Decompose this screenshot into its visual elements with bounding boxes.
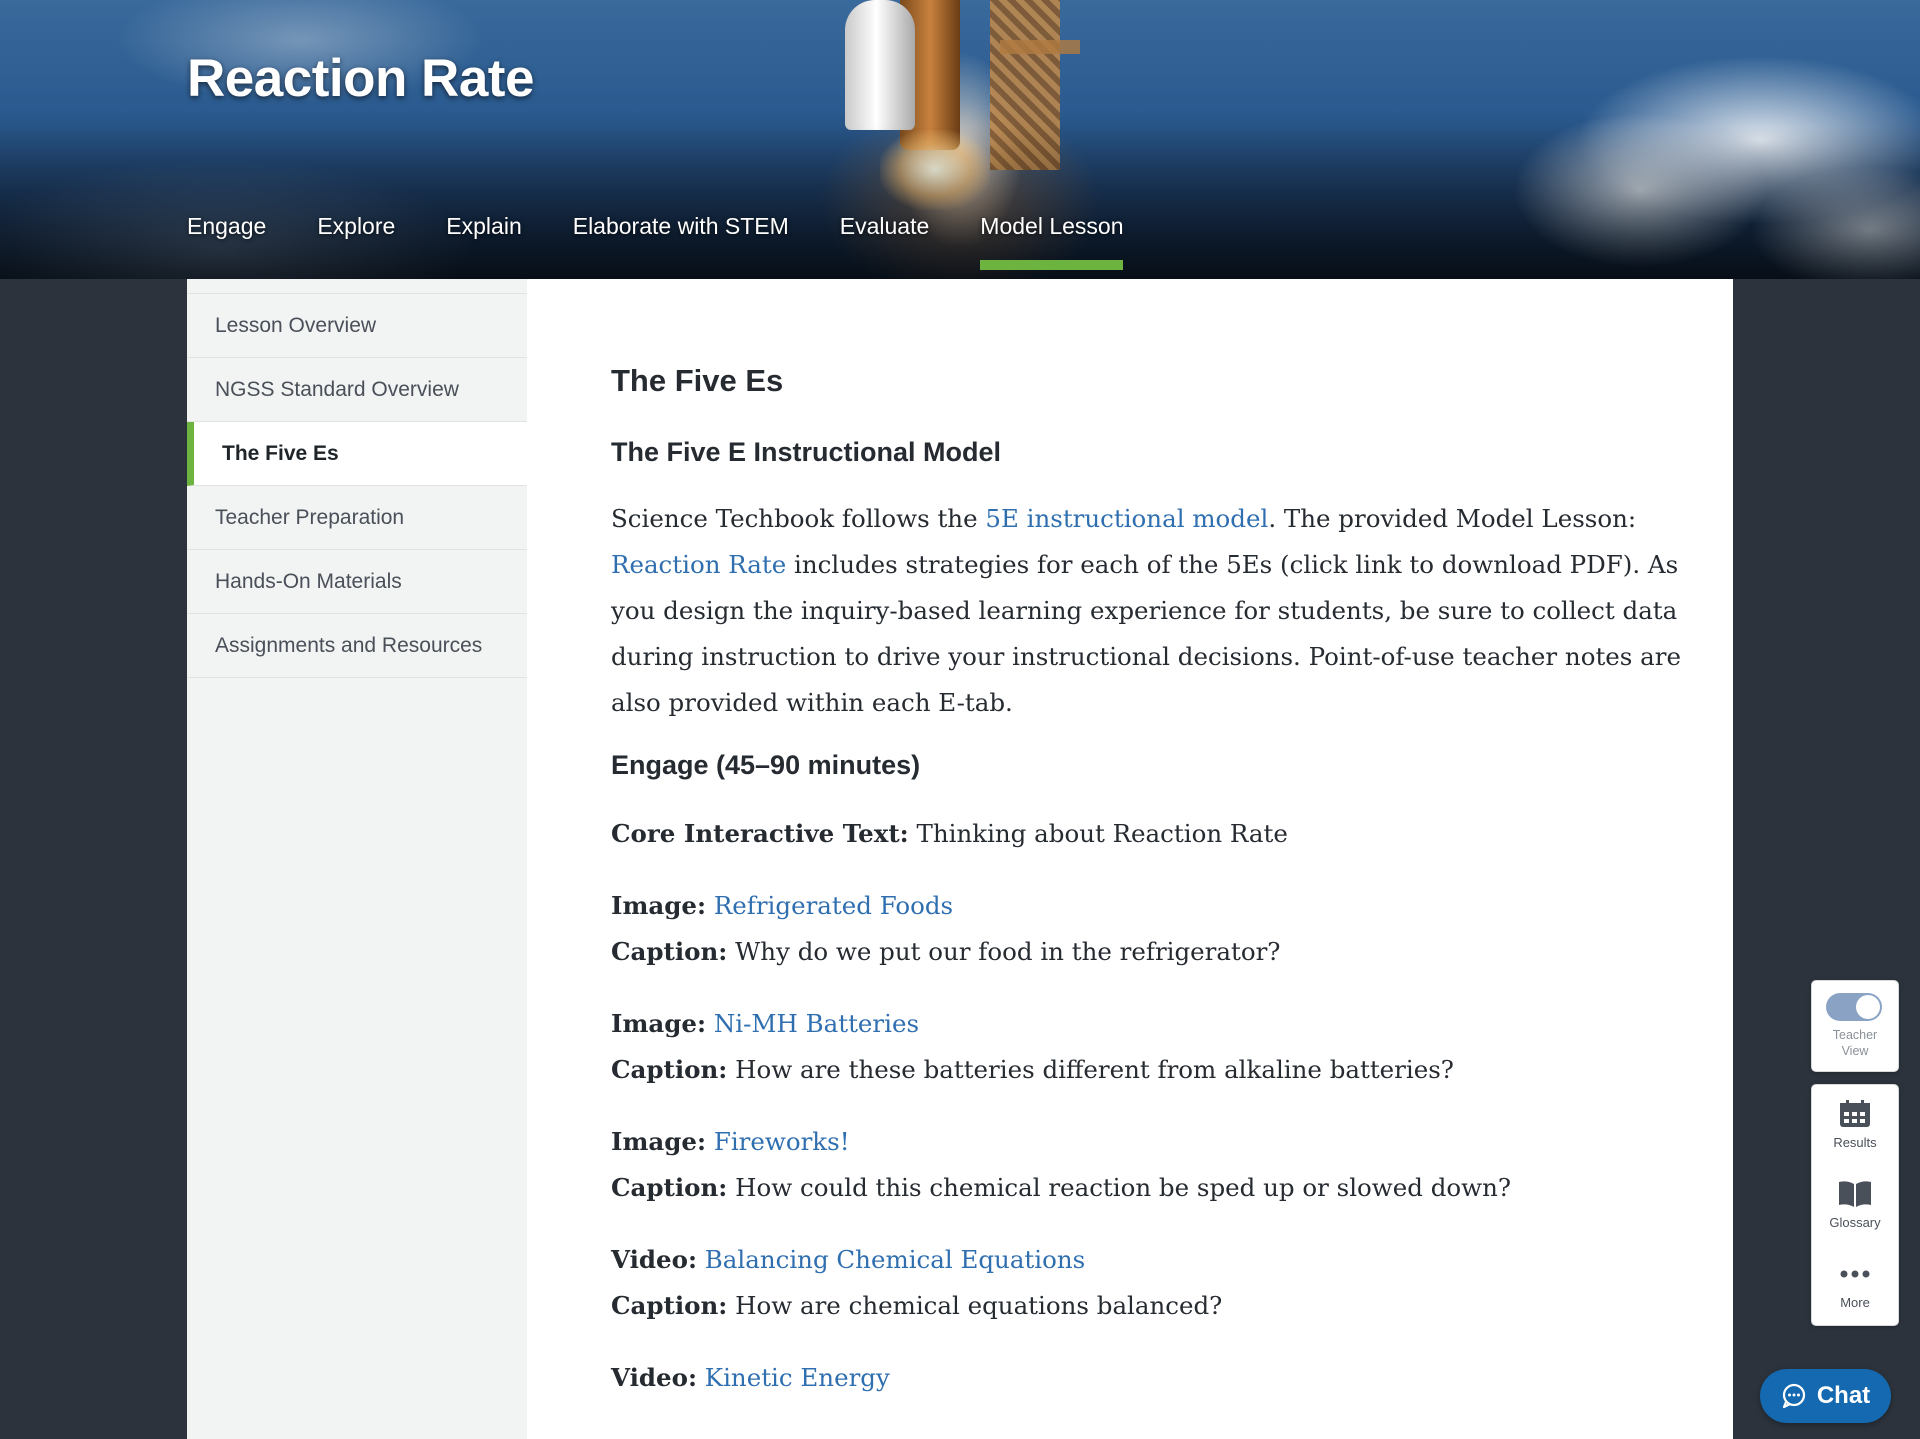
resource-item: Image: Fireworks! Caption: How could thi… — [611, 1127, 1512, 1202]
main-content: The Five Es The Five E Instructional Mod… — [527, 279, 1733, 1439]
tab-explore[interactable]: Explore — [317, 213, 395, 270]
sidebar-item-the-five-es[interactable]: The Five Es — [187, 422, 527, 486]
teacher-view-toggle[interactable] — [1826, 993, 1882, 1021]
resource-link[interactable]: Kinetic Energy — [705, 1363, 890, 1392]
resource-link[interactable]: Fireworks! — [714, 1127, 850, 1156]
resource-item: Image: Refrigerated Foods Caption: Why d… — [611, 891, 1281, 966]
tools-panel: Results Glossary More — [1811, 1084, 1899, 1326]
resource-link[interactable]: Balancing Chemical Equations — [705, 1245, 1085, 1274]
chat-button[interactable]: Chat — [1760, 1369, 1891, 1423]
chat-label: Chat — [1816, 1382, 1871, 1409]
tab-model-lesson[interactable]: Model Lesson — [980, 213, 1124, 270]
sidebar-item-hands-on-materials[interactable]: Hands-On Materials — [187, 550, 527, 614]
section-heading: The Five Es — [611, 363, 784, 398]
reaction-rate-pdf-link[interactable]: Reaction Rate — [611, 550, 786, 579]
book-icon — [1839, 1181, 1871, 1207]
section-subheading: The Five E Instructional Model — [611, 437, 1002, 467]
tab-evaluate[interactable]: Evaluate — [840, 213, 930, 270]
section-sidebar: Lesson Overview NGSS Standard Overview T… — [187, 279, 527, 1439]
teacher-view-label: Teacher View — [1832, 1028, 1878, 1058]
intro-paragraph: Science Techbook follows the 5E instruct… — [611, 504, 1681, 717]
hero-banner: Reaction Rate Engage Explore Explain Ela… — [0, 0, 1920, 279]
page-title: Reaction Rate — [187, 49, 534, 108]
5e-model-link[interactable]: 5E instructional model — [985, 504, 1268, 533]
core-interactive-text: Core Interactive Text: Thinking about Re… — [611, 819, 1288, 848]
engage-heading: Engage (45–90 minutes) — [611, 750, 921, 780]
sidebar-item-assignments-and-resources[interactable]: Assignments and Resources — [187, 614, 527, 678]
resource-item: Video: Kinetic Energy — [611, 1363, 890, 1392]
glossary-button[interactable]: Glossary — [1812, 1179, 1898, 1231]
lesson-tabs: Engage Explore Explain Elaborate with ST… — [187, 213, 1174, 270]
resource-item: Image: Ni-MH Batteries Caption: How are … — [611, 1009, 1454, 1084]
more-dots-icon — [1840, 1270, 1870, 1278]
tab-elaborate-with-stem[interactable]: Elaborate with STEM — [573, 213, 789, 270]
more-button[interactable]: More — [1812, 1259, 1898, 1311]
tab-engage[interactable]: Engage — [187, 213, 266, 270]
resource-item: Video: Balancing Chemical Equations Capt… — [611, 1245, 1223, 1320]
calendar-icon — [1840, 1100, 1870, 1127]
resource-link[interactable]: Ni-MH Batteries — [714, 1009, 919, 1038]
resource-link[interactable]: Refrigerated Foods — [714, 891, 953, 920]
sidebar-item-teacher-preparation[interactable]: Teacher Preparation — [187, 486, 527, 550]
teacher-view-toggle-panel: Teacher View — [1811, 980, 1899, 1072]
results-button[interactable]: Results — [1812, 1099, 1898, 1151]
sidebar-item-ngss-standard-overview[interactable]: NGSS Standard Overview — [187, 358, 527, 422]
sidebar-item-lesson-overview[interactable]: Lesson Overview — [187, 294, 527, 358]
tab-explain[interactable]: Explain — [446, 213, 521, 270]
chat-bubble-icon — [1782, 1383, 1805, 1409]
